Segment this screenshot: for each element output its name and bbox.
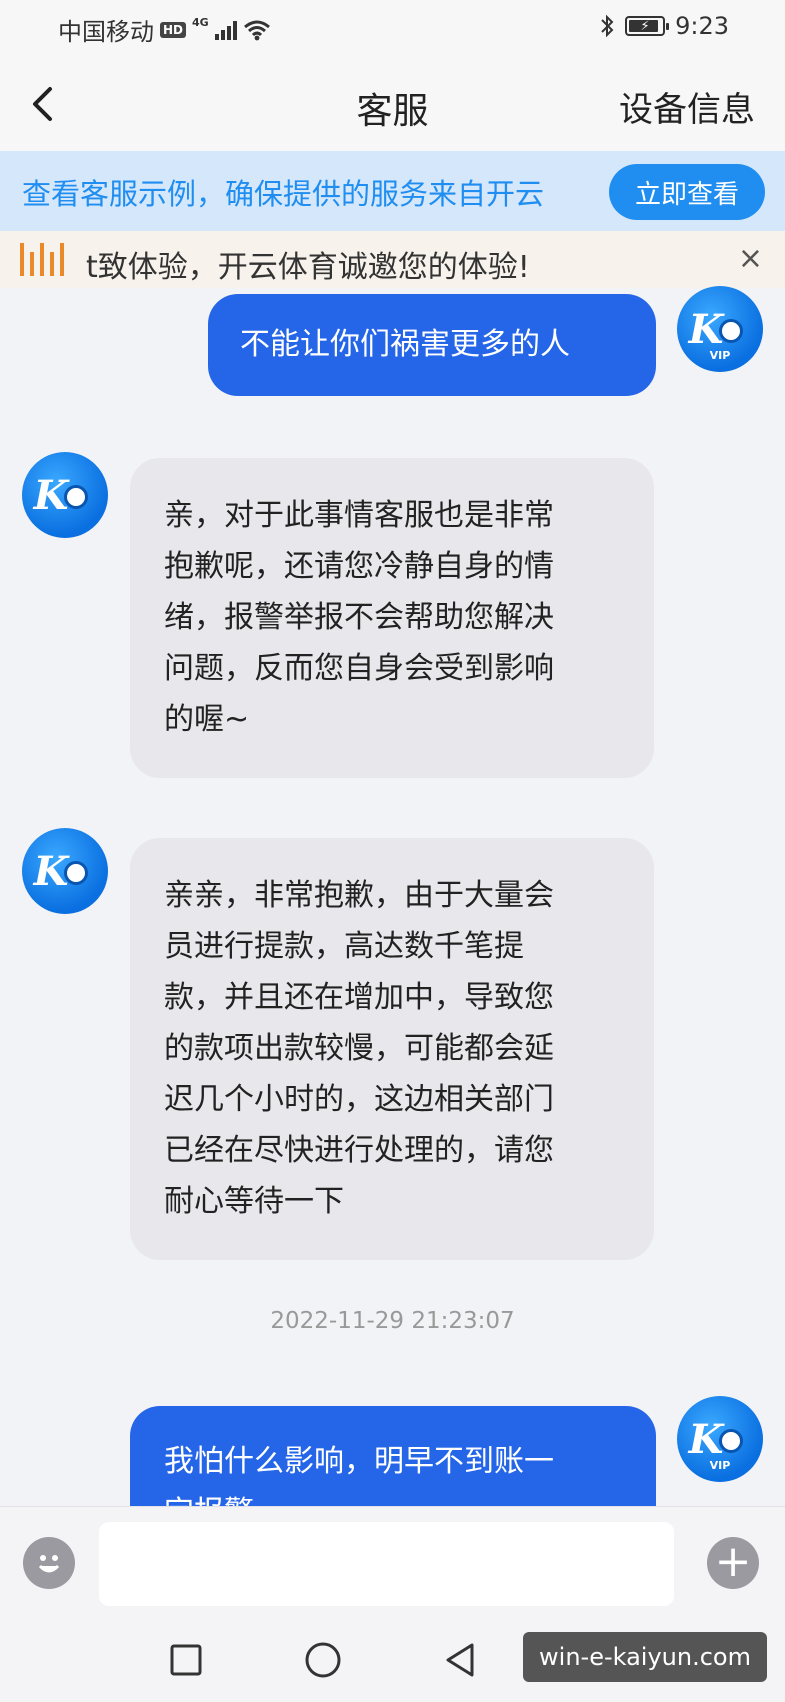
vip-badge: VIP	[709, 1459, 731, 1472]
avatar[interactable]: K VIP	[677, 1396, 763, 1482]
plus-button[interactable]: +	[707, 1537, 759, 1589]
circle-icon	[305, 1642, 341, 1678]
home-button[interactable]	[299, 1636, 347, 1684]
emoji-button[interactable]	[23, 1537, 75, 1589]
triangle-back-icon	[446, 1643, 474, 1677]
recents-button[interactable]	[162, 1636, 210, 1684]
logo-k: K	[688, 1415, 724, 1463]
message-line: 定报警	[164, 1487, 622, 1506]
message-input[interactable]	[99, 1522, 674, 1606]
soccer-ball-icon	[719, 1429, 744, 1453]
smiley-icon	[38, 1555, 60, 1573]
watermark: win-e-kaiyun.com	[523, 1632, 767, 1682]
chat-clip: 我怕什么影响，明早不到账一 定报警 K VIP	[0, 0, 785, 1506]
message-line: 我怕什么影响，明早不到账一	[164, 1444, 554, 1479]
square-icon	[170, 1644, 202, 1676]
input-bar: +	[0, 1506, 785, 1618]
system-nav-bar: win-e-kaiyun.com	[0, 1618, 785, 1702]
back-nav-button[interactable]	[436, 1636, 484, 1684]
message-bubble-outgoing: 我怕什么影响，明早不到账一 定报警	[130, 1406, 656, 1506]
